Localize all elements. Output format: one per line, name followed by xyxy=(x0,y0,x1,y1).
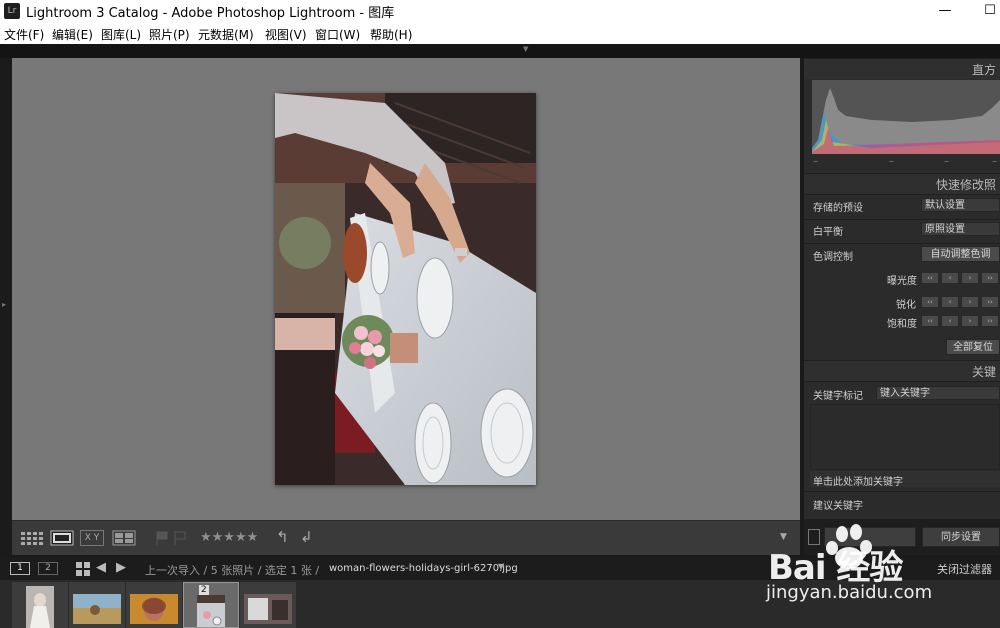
keyword-tags-label: 关键字标记 xyxy=(813,391,863,402)
saturation-stepper[interactable]: ‹‹ ‹ › ›› xyxy=(921,315,1000,327)
filmstrip-cell[interactable] xyxy=(12,582,68,628)
rotate-right-icon[interactable]: ↲ xyxy=(300,530,318,546)
main-photo[interactable] xyxy=(275,93,536,485)
pick-flag-icon[interactable] xyxy=(155,530,169,546)
menu-metadata[interactable]: 元数据(M) xyxy=(198,26,254,43)
source-info[interactable]: 上一次导入 / 5 张照片 / 选定 1 张 / xyxy=(145,562,319,578)
histogram-panel-header[interactable]: 直方 xyxy=(804,58,1000,79)
menu-library[interactable]: 图库(L) xyxy=(101,26,141,43)
grid-view-icon xyxy=(21,532,43,545)
primary-window-button[interactable]: 1 xyxy=(10,562,30,575)
menu-photo[interactable]: 照片(P) xyxy=(149,26,190,43)
module-picker-collapsed xyxy=(0,44,1000,58)
sharpen-stepper[interactable]: ‹‹ ‹ › ›› xyxy=(921,296,1000,308)
reset-all-button[interactable]: 全部复位 xyxy=(946,339,1000,355)
baidu-watermark: Bai 经验 jingyan.baidu.com xyxy=(762,520,1000,610)
lightroom-app-icon: Lr xyxy=(4,3,20,19)
secondary-window-button[interactable]: 2 xyxy=(38,562,58,575)
histogram xyxy=(812,80,1000,154)
beach-photo-thumbnail xyxy=(73,594,121,624)
selected-badge: 2 xyxy=(199,585,209,595)
portrait-photo-thumbnail xyxy=(130,594,178,624)
menu-edit[interactable]: 编辑(E) xyxy=(52,26,93,43)
filename-chevron-down-icon[interactable]: ▼ xyxy=(498,562,504,571)
filmstrip-cell[interactable] xyxy=(126,582,182,628)
expand-left-panel-icon[interactable]: ▸ xyxy=(2,300,6,309)
keyword-tags-textarea[interactable] xyxy=(810,404,1000,470)
saved-preset-label: 存储的预设 xyxy=(813,203,863,214)
menu-window[interactable]: 窗口(W) xyxy=(315,26,360,43)
filmstrip-cell-selected[interactable]: 2 xyxy=(183,582,239,628)
back-arrow-icon[interactable]: ◀ xyxy=(96,560,106,575)
histogram-graph xyxy=(812,80,1000,154)
saved-preset-dropdown[interactable]: 默认设置 xyxy=(921,198,1000,212)
histogram-tick: – xyxy=(944,156,949,167)
right-panel: 直方 – – – – 快速修改照 存储的预设 默认设置 白平衡 原照设置 色调控… xyxy=(804,58,1000,555)
survey-view-button[interactable] xyxy=(112,530,136,546)
grid-icon[interactable] xyxy=(76,561,90,576)
saturation-label: 饱和度 xyxy=(887,319,917,330)
histogram-tick: – xyxy=(992,156,997,167)
forward-arrow-icon[interactable]: ▶ xyxy=(116,560,126,575)
table-flowers-image xyxy=(275,93,536,485)
white-balance-dropdown[interactable]: 原照设置 xyxy=(921,222,1000,236)
expand-top-panel-icon[interactable]: ▼ xyxy=(523,45,528,53)
exposure-label: 曝光度 xyxy=(887,276,917,287)
compare-view-button[interactable]: X Y xyxy=(80,530,104,546)
grid-view-button[interactable] xyxy=(20,530,44,546)
menu-bar: 文件(F) 编辑(E) 图库(L) 照片(P) 元数据(M) 视图(V) 窗口(… xyxy=(0,22,1000,44)
library-toolbar: X Y ★★★★★ ↰ ↲ ▼ xyxy=(12,520,800,555)
watermark-url: jingyan.baidu.com xyxy=(766,582,933,603)
histogram-tick: – xyxy=(889,156,894,167)
white-balance-label: 白平衡 xyxy=(813,227,843,238)
rotate-left-icon[interactable]: ↰ xyxy=(276,530,294,546)
loupe-view-icon xyxy=(50,530,74,546)
star-rating[interactable]: ★★★★★ xyxy=(200,530,270,546)
keywording-panel-header[interactable]: 关键 xyxy=(804,360,1000,381)
woman-photo-thumbnail xyxy=(244,594,292,624)
filmstrip-cell[interactable] xyxy=(240,582,296,628)
sharpen-label: 锐化 xyxy=(896,300,916,311)
menu-file[interactable]: 文件(F) xyxy=(4,26,44,43)
reject-flag-icon[interactable] xyxy=(173,530,187,546)
survey-view-icon xyxy=(112,530,136,546)
minimize-button[interactable]: — xyxy=(930,1,960,21)
bride-photo-thumbnail xyxy=(26,586,54,628)
histogram-tick: – xyxy=(813,156,818,167)
maximize-button[interactable]: ☐ xyxy=(975,1,1000,21)
filmstrip-cell[interactable] xyxy=(69,582,125,628)
add-keyword-hint: 单击此处添加关键字 xyxy=(813,477,903,488)
suggested-keywords-label: 建议关键字 xyxy=(813,501,863,512)
exposure-stepper[interactable]: ‹‹ ‹ › ›› xyxy=(921,272,1000,284)
loupe-view-button[interactable] xyxy=(50,530,74,546)
window-title: Lightroom 3 Catalog - Adobe Photoshop Li… xyxy=(26,6,395,21)
quick-develop-panel-header[interactable]: 快速修改照 xyxy=(804,173,1000,194)
keyword-tags-dropdown[interactable]: 键入关键字 xyxy=(876,386,1000,400)
auto-tone-button[interactable]: 自动调整色调 xyxy=(921,246,1000,262)
menu-help[interactable]: 帮助(H) xyxy=(370,26,412,43)
tone-control-label: 色调控制 xyxy=(813,252,853,263)
selected-filename[interactable]: woman-flowers-holidays-girl-6270.jpg xyxy=(329,563,518,574)
menu-view[interactable]: 视图(V) xyxy=(265,26,307,43)
table-flowers-photo-thumbnail xyxy=(197,595,225,627)
